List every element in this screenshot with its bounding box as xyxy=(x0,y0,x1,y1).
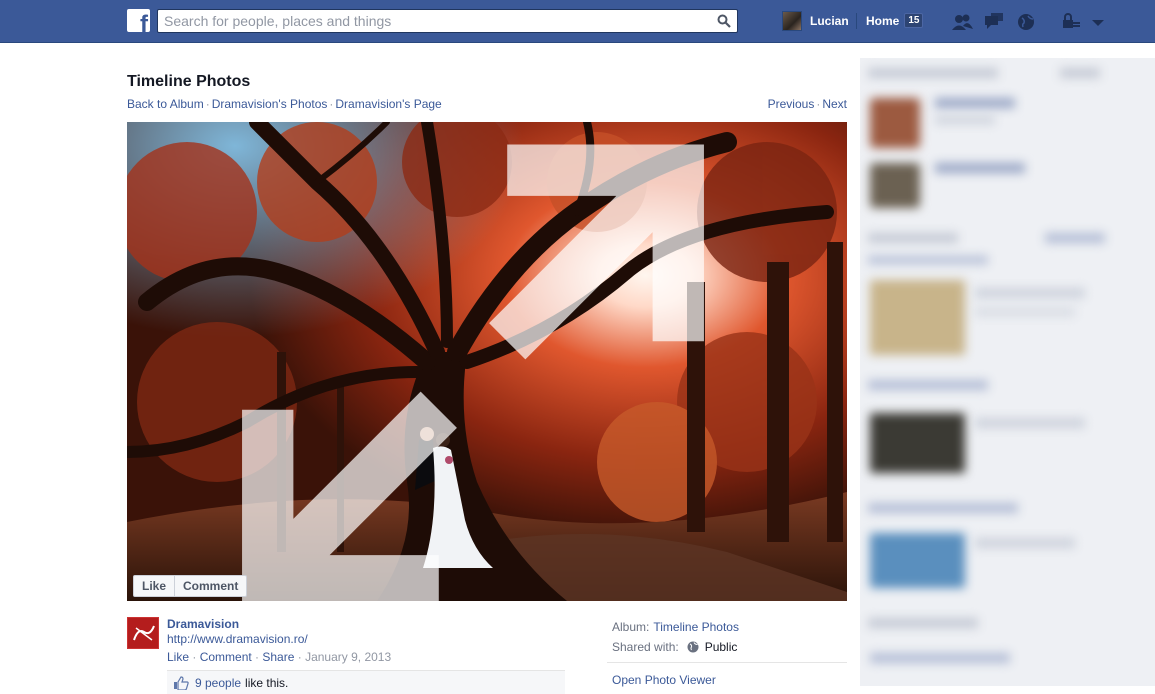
facebook-logo-icon[interactable]: f xyxy=(127,9,150,32)
privacy-shortcuts-icon[interactable] xyxy=(1061,12,1083,32)
breadcrumb: Back to Album · Dramavision's Photos · Drama… xyxy=(127,97,442,111)
friend-requests-icon[interactable] xyxy=(951,12,973,32)
album-link[interactable]: Timeline Photos xyxy=(653,620,739,634)
separator-dot: · xyxy=(329,97,334,111)
home-count-badge: 15 xyxy=(904,13,924,28)
owner-avatar[interactable] xyxy=(127,617,159,649)
like-link[interactable]: Like xyxy=(167,650,189,664)
thumbs-up-icon xyxy=(174,675,189,690)
nav-divider xyxy=(856,13,857,29)
likes-people-link[interactable]: 9 people xyxy=(195,676,241,690)
photo-like-button[interactable]: Like xyxy=(134,576,174,596)
likes-suffix: like this. xyxy=(245,675,289,690)
profile-link[interactable]: Lucian xyxy=(782,11,849,31)
photo-stage[interactable]: Like Comment xyxy=(127,122,847,601)
photo-action-bar: Like Comment xyxy=(133,575,248,597)
shared-with-label: Shared with: xyxy=(612,640,679,654)
separator-dot: · xyxy=(816,97,821,111)
meta-divider xyxy=(607,662,847,663)
search-input[interactable] xyxy=(158,10,698,32)
separator-dot: · xyxy=(205,97,210,111)
photo-pager: Previous · Next xyxy=(768,97,847,111)
photo-comment-button[interactable]: Comment xyxy=(175,576,246,596)
home-label: Home xyxy=(866,13,900,28)
previous-photo-link[interactable]: Previous xyxy=(768,97,815,111)
back-to-album-link[interactable]: Back to Album xyxy=(127,97,204,111)
messages-icon[interactable] xyxy=(983,12,1005,32)
search-box[interactable] xyxy=(157,9,738,33)
share-link[interactable]: Share xyxy=(262,650,294,664)
open-photo-viewer-link[interactable]: Open Photo Viewer xyxy=(612,673,716,687)
shared-with-row: Shared with: Public xyxy=(612,637,739,657)
next-photo-link[interactable]: Next xyxy=(822,97,847,111)
owner-url-link[interactable]: http://www.dramavision.ro/ xyxy=(167,632,308,646)
avatar xyxy=(782,11,802,31)
comment-link[interactable]: Comment xyxy=(200,650,252,664)
shared-with-value[interactable]: Public xyxy=(705,640,738,654)
post-date: January 9, 2013 xyxy=(305,650,392,664)
page-title: Timeline Photos xyxy=(127,73,251,90)
user-name: Lucian xyxy=(810,14,849,28)
photo-meta: Album: Timeline Photos Shared with: Publ… xyxy=(612,617,739,657)
likes-summary: 9 people like this. xyxy=(167,670,565,694)
owner-name-link[interactable]: Dramavision xyxy=(167,617,239,631)
home-link[interactable]: Home 15 xyxy=(866,13,924,28)
owner-photos-link[interactable]: Dramavision's Photos xyxy=(212,97,328,111)
album-row: Album: Timeline Photos xyxy=(612,617,739,637)
globe-icon xyxy=(687,641,699,653)
owner-page-link[interactable]: Dramavision's Page xyxy=(335,97,441,111)
search-icon[interactable] xyxy=(717,14,731,28)
notifications-globe-icon[interactable] xyxy=(1015,12,1037,32)
post-actions: Like · Comment · Share · January 9, 2013 xyxy=(167,650,392,664)
expand-icon[interactable] xyxy=(127,136,833,601)
album-label: Album: xyxy=(612,620,650,634)
blurred-sidebar xyxy=(860,58,1155,686)
top-navigation-bar: f Lucian Home 15 xyxy=(0,0,1155,43)
account-menu-chevron-down-icon[interactable] xyxy=(1088,12,1110,32)
